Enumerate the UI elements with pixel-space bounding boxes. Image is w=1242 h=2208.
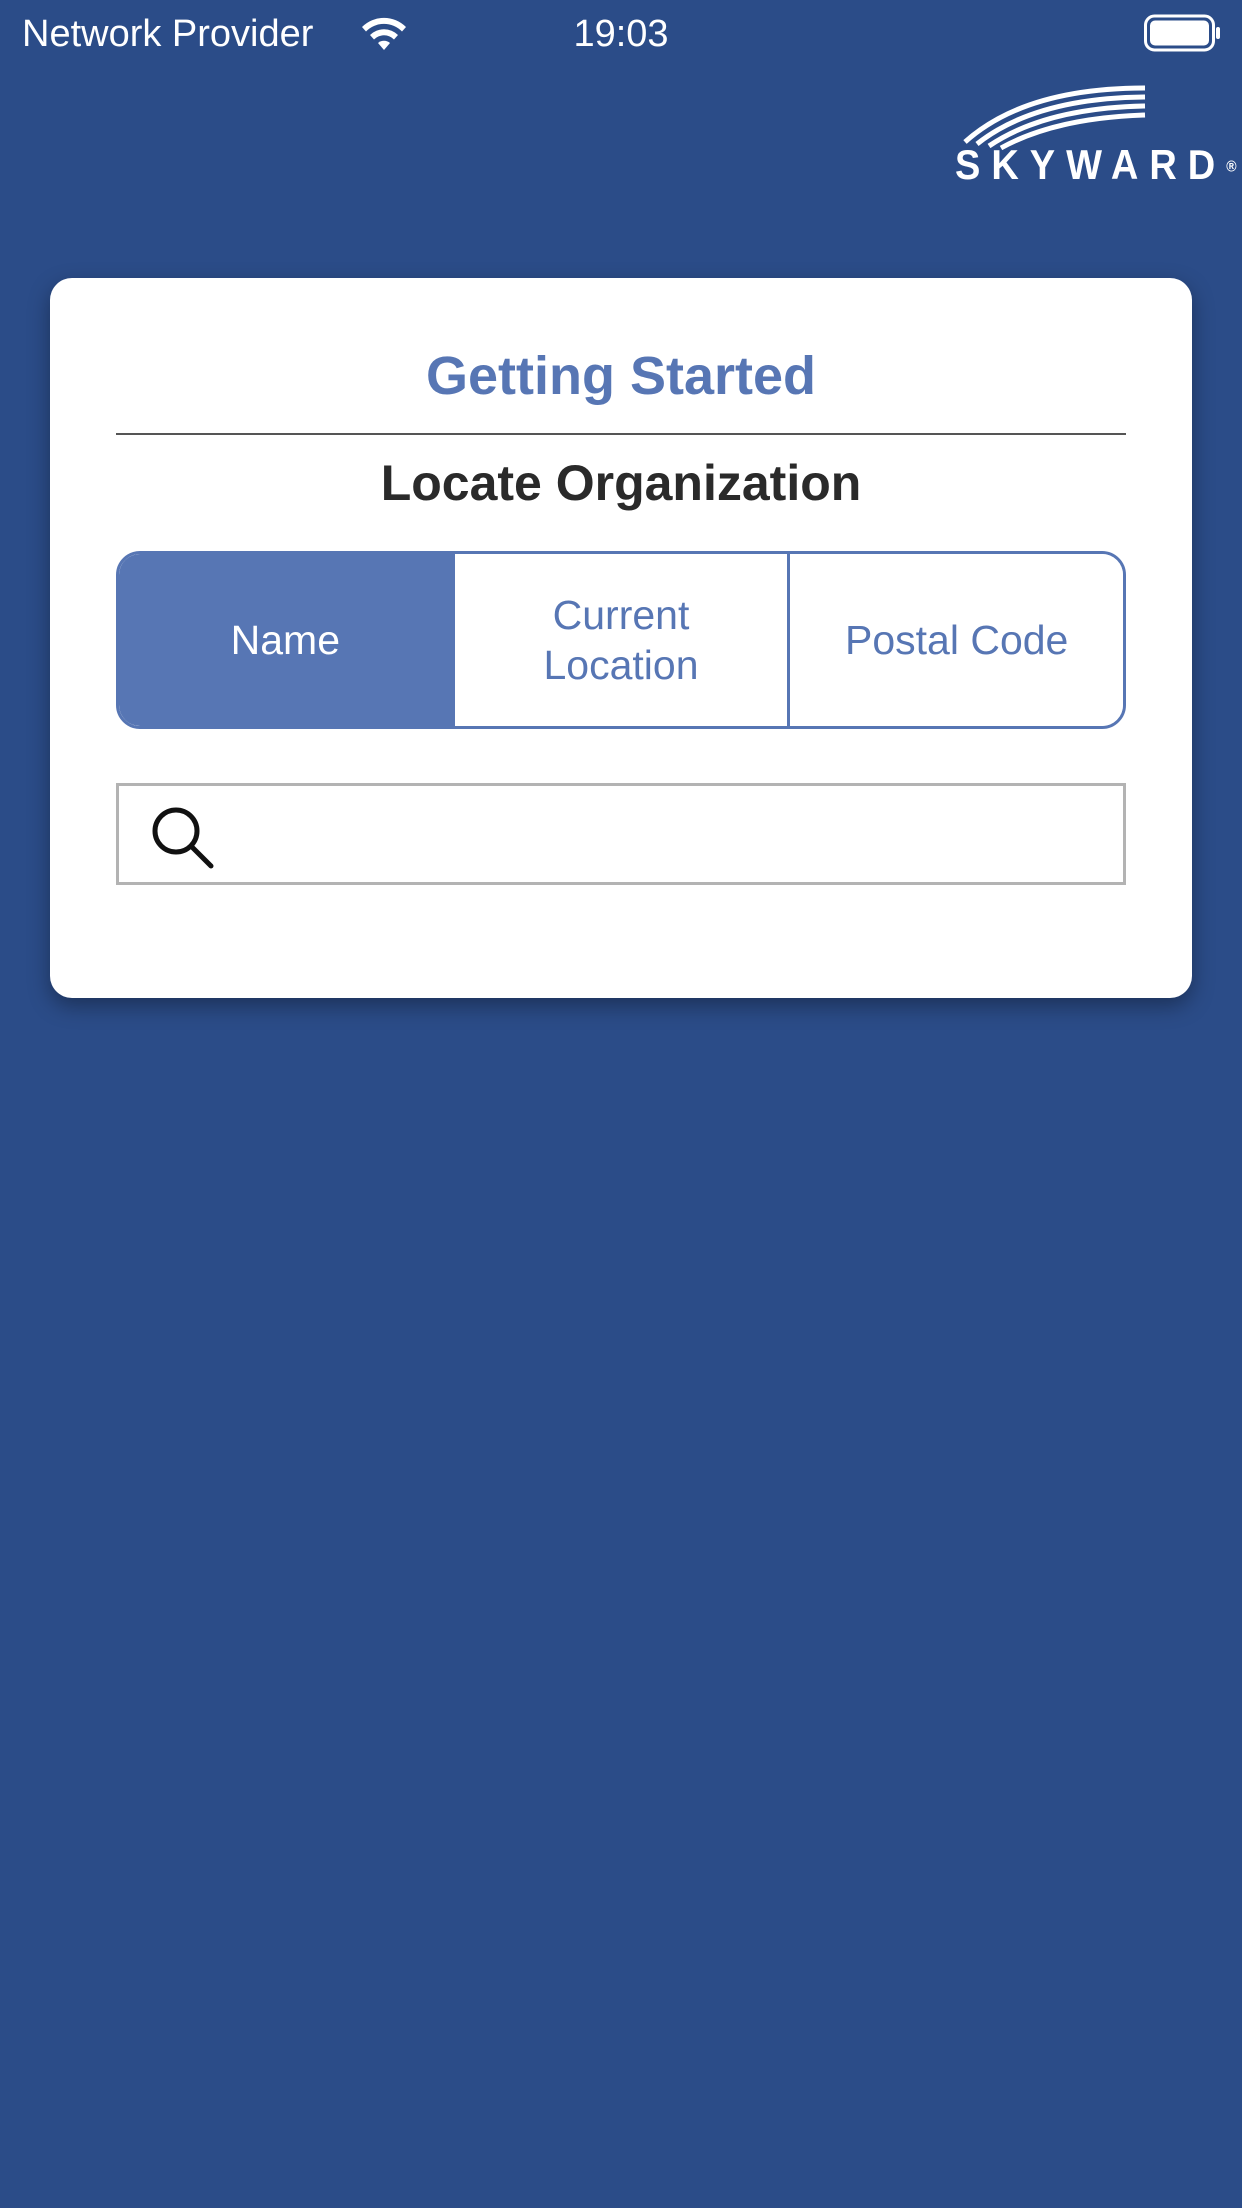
clock: 19:03 [573,13,669,55]
search-box[interactable] [116,783,1126,885]
status-bar: Network Provider 19:03 [0,0,1242,70]
screen: Network Provider 19:03 SKYWARD® Getting … [0,0,1242,2208]
logo-registered-mark: ® [1226,157,1237,175]
tab-current-location[interactable]: Current Location [451,554,788,726]
tab-current-location-label: Current Location [543,592,699,688]
getting-started-card: Getting Started Locate Organization Name… [50,278,1192,998]
divider [116,433,1126,435]
card-title: Getting Started [425,346,817,406]
card-subtitle: Locate Organization [380,455,862,511]
search-input[interactable] [239,794,1103,876]
locate-method-segmented-control: Name Current Location Postal Code [116,551,1126,729]
tab-postal-code-label: Postal Code [845,617,1069,663]
tab-name[interactable]: Name [119,554,452,726]
logo-text: SKYWARD [955,142,1227,190]
tab-name-label: Name [230,617,341,663]
battery-icon [1144,14,1220,52]
tab-postal-code[interactable]: Postal Code [787,554,1123,726]
logo-wordmark: SKYWARD® [955,144,1237,188]
search-icon [152,807,214,869]
skyward-logo: SKYWARD® [955,80,1237,190]
